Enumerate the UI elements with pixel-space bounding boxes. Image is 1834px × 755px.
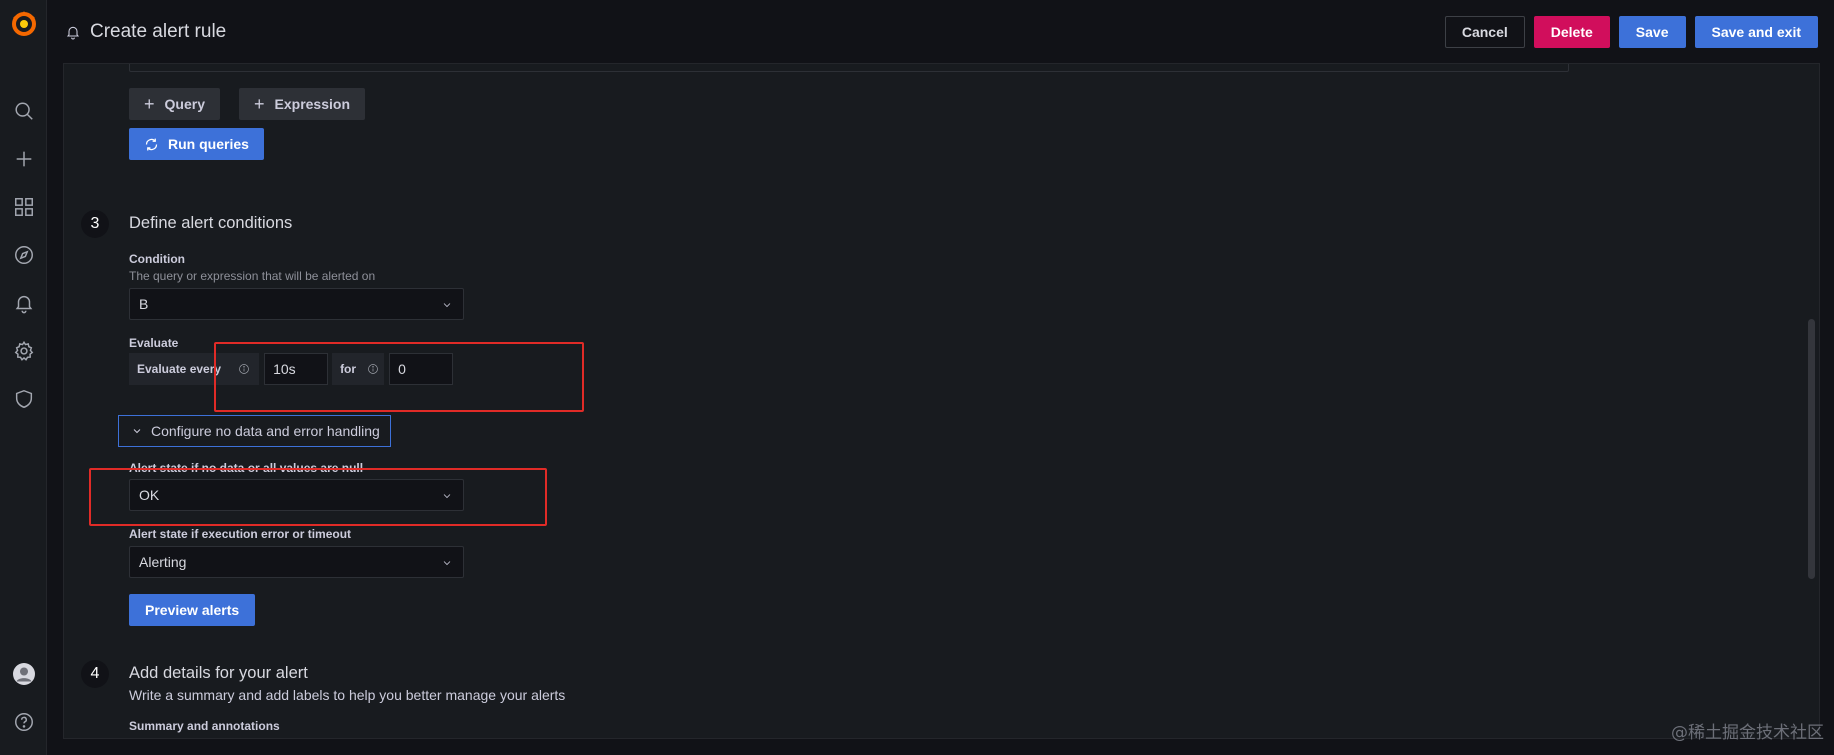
summary-annotations-label: Summary and annotations xyxy=(129,719,280,733)
avatar-icon[interactable] xyxy=(11,661,37,687)
highlight-box-evaluate xyxy=(214,342,584,412)
preview-alerts-button[interactable]: Preview alerts xyxy=(129,594,256,626)
cancel-button[interactable]: Cancel xyxy=(1444,16,1525,48)
run-queries-label: Run queries xyxy=(168,136,249,152)
delete-button[interactable]: Delete xyxy=(1533,16,1610,48)
bell-icon[interactable] xyxy=(11,290,37,316)
bell-icon xyxy=(66,26,80,39)
scrollbar[interactable] xyxy=(1808,319,1815,579)
condition-select[interactable]: B xyxy=(129,288,464,320)
sync-icon xyxy=(145,138,158,150)
plus-icon[interactable] xyxy=(11,146,37,172)
search-icon[interactable] xyxy=(11,98,37,124)
save-and-exit-button[interactable]: Save and exit xyxy=(1694,16,1818,48)
condition-description: The query or expression that will be ale… xyxy=(129,269,376,283)
chevron-down-icon xyxy=(441,298,453,314)
grafana-logo-icon[interactable] xyxy=(9,9,39,39)
alert-rule-form: + Query + Expression Run queries 3 Defin… xyxy=(63,63,1820,739)
evaluate-label: Evaluate xyxy=(129,336,179,350)
chevron-down-icon xyxy=(133,429,141,434)
step-description: Write a summary and add labels to help y… xyxy=(129,687,566,703)
step-title-conditions: Define alert conditions xyxy=(129,214,293,232)
gear-icon[interactable] xyxy=(11,338,37,364)
step-number-4: 4 xyxy=(81,660,109,688)
sidebar xyxy=(0,0,47,755)
query-editor-bottom xyxy=(129,64,1569,72)
add-expression-button[interactable]: + Expression xyxy=(239,88,365,120)
exec-error-label: Alert state if execution error or timeou… xyxy=(129,527,352,541)
step-number-3: 3 xyxy=(81,210,109,238)
add-query-label: Query xyxy=(164,96,205,112)
add-expression-label: Expression xyxy=(274,96,350,112)
highlight-box-no-data xyxy=(89,468,547,526)
shield-icon[interactable] xyxy=(11,386,37,412)
exec-error-state-value: Alerting xyxy=(139,554,187,570)
exec-error-state-select[interactable]: Alerting xyxy=(129,546,464,578)
condition-value: B xyxy=(139,296,149,312)
condition-label: Condition xyxy=(129,252,185,266)
add-query-button[interactable]: + Query xyxy=(129,88,220,120)
plus-icon: + xyxy=(144,93,155,114)
configure-toggle-label: Configure no data and error handling xyxy=(151,423,380,439)
page-title-wrap: Create alert rule xyxy=(65,21,226,43)
chevron-down-icon xyxy=(441,556,453,572)
save-button[interactable]: Save xyxy=(1618,16,1686,48)
watermark: @稀土掘金技术社区 xyxy=(1671,723,1824,743)
header-actions: Cancel Delete Save Save and exit xyxy=(1444,16,1818,48)
apps-icon[interactable] xyxy=(11,194,37,220)
page-title: Create alert rule xyxy=(90,20,227,42)
step-title-details: Add details for your alert xyxy=(129,664,308,682)
help-icon[interactable] xyxy=(11,709,37,735)
plus-icon: + xyxy=(254,93,265,114)
configure-no-data-toggle[interactable]: Configure no data and error handling xyxy=(118,415,391,447)
compass-icon[interactable] xyxy=(11,242,37,268)
run-queries-button[interactable]: Run queries xyxy=(129,128,264,160)
top-bar: Create alert rule Cancel Delete Save Sav… xyxy=(47,0,1834,63)
